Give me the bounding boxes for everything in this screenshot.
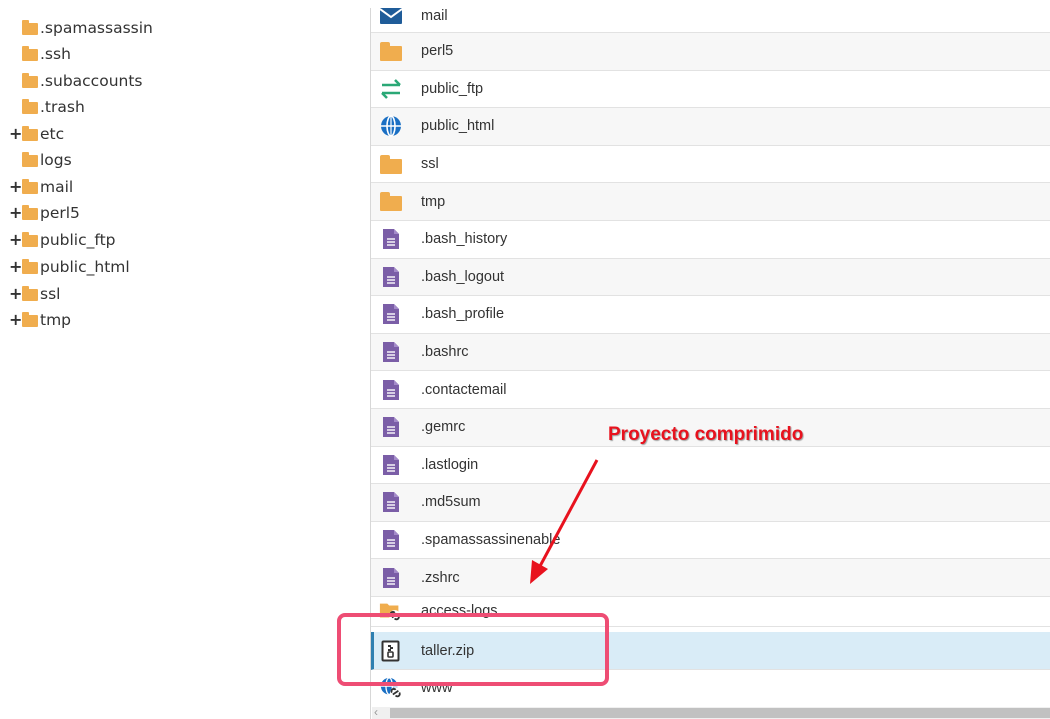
expand-icon[interactable]: + [9, 254, 22, 280]
folder-icon [22, 126, 38, 141]
file-row-bash-logout[interactable]: .bash_logout [371, 258, 1050, 297]
file-name: .gemrc [421, 419, 466, 436]
folder-icon [22, 205, 38, 220]
file-row-public-html[interactable]: public_html [371, 108, 1050, 146]
folder-icon [22, 179, 38, 194]
tree-item-subaccounts[interactable]: .subaccounts [22, 68, 143, 94]
folder-icon [22, 99, 38, 114]
text-file-icon [379, 302, 403, 326]
file-row-md5sum[interactable]: .md5sum [371, 484, 1050, 522]
tree-item-label: .spamassassin [40, 19, 153, 37]
tree-item-perl5[interactable]: + perl5 [9, 200, 80, 226]
expand-icon[interactable]: + [9, 227, 22, 253]
tree-item-ssh[interactable]: .ssh [22, 41, 71, 67]
file-name: .bashrc [421, 344, 469, 361]
globe-icon [379, 114, 403, 138]
horizontal-scrollbar[interactable]: ‹ [372, 705, 1050, 719]
file-name: tmp [421, 193, 446, 210]
tree-item-mail[interactable]: + mail [9, 174, 73, 200]
folder-icon [22, 46, 38, 61]
file-name: .bash_profile [421, 306, 505, 323]
transfer-arrows-icon [379, 77, 403, 101]
file-name: perl5 [421, 43, 454, 60]
tree-item-tmp[interactable]: + tmp [9, 307, 71, 333]
text-file-icon [379, 490, 403, 514]
file-row-bashrc[interactable]: .bashrc [371, 333, 1050, 372]
file-name: .zshrc [421, 569, 460, 586]
expand-icon[interactable]: + [9, 174, 22, 200]
file-name: .spamassassinenable [421, 532, 561, 549]
file-row-bash-history[interactable]: .bash_history [371, 221, 1050, 259]
expand-icon[interactable]: + [9, 121, 22, 147]
tree-item-label: etc [40, 125, 65, 143]
tree-item-label: .subaccounts [40, 72, 143, 90]
folder-icon [22, 259, 38, 274]
file-row-lastlogin[interactable]: .lastlogin [371, 447, 1050, 485]
expand-icon[interactable]: + [9, 307, 22, 333]
file-name: .md5sum [421, 494, 481, 511]
tree-item-label: public_html [40, 258, 130, 276]
file-name: ssl [421, 156, 439, 173]
tree-item-label: mail [40, 178, 74, 196]
tree-item-public-ftp[interactable]: + public_ftp [9, 227, 116, 253]
tree-item-label: logs [40, 151, 72, 169]
expand-icon[interactable]: + [9, 200, 22, 226]
folder-icon [22, 20, 38, 35]
folder-icon [22, 152, 38, 167]
folder-icon [379, 190, 403, 214]
file-row-bash-profile[interactable]: .bash_profile [371, 296, 1050, 334]
tree-item-spamassassin[interactable]: .spamassassin [22, 15, 153, 41]
text-file-icon [379, 227, 403, 251]
highlight-box [337, 613, 609, 686]
folder-icon [22, 312, 38, 327]
annotation-label: Proyecto comprimido [608, 424, 804, 445]
folder-icon [379, 39, 403, 63]
text-file-icon [379, 453, 403, 477]
file-name: public_html [421, 118, 495, 135]
tree-item-label: public_ftp [40, 231, 116, 249]
file-name: mail [421, 8, 448, 24]
tree-clipped-row [20, 0, 170, 8]
file-name: public_ftp [421, 80, 484, 97]
file-row-zshrc[interactable]: .zshrc [371, 559, 1050, 597]
file-row-spamassassinenable[interactable]: .spamassassinenable [371, 522, 1050, 560]
file-row-perl5[interactable]: perl5 [371, 33, 1050, 71]
file-row-mail[interactable]: mail [371, 0, 1050, 33]
text-file-icon [379, 566, 403, 590]
text-file-icon [379, 340, 403, 364]
tree-item-public-html[interactable]: + public_html [9, 254, 130, 280]
scroll-left-icon[interactable]: ‹ [374, 705, 378, 719]
file-name: .bash_logout [421, 268, 505, 285]
text-file-icon [379, 415, 403, 439]
file-row-public-ftp[interactable]: public_ftp [371, 71, 1050, 109]
tree-item-logs[interactable]: logs [22, 147, 72, 173]
tree-item-etc[interactable]: + etc [9, 121, 64, 147]
text-file-icon [379, 265, 403, 289]
file-row-ssl[interactable]: ssl [371, 146, 1050, 184]
text-file-icon [379, 528, 403, 552]
folder-icon [379, 152, 403, 176]
tree-item-label: perl5 [40, 204, 80, 222]
text-file-icon [379, 378, 403, 402]
file-name: .lastlogin [421, 456, 479, 473]
scrollbar-thumb[interactable] [390, 708, 1050, 718]
folder-icon [22, 232, 38, 247]
folder-tree: .spamassassin .ssh .subaccounts .trash +… [0, 0, 360, 719]
envelope-icon [379, 4, 403, 28]
expand-icon[interactable]: + [9, 281, 22, 307]
tree-item-label: tmp [40, 311, 72, 329]
tree-item-trash[interactable]: .trash [22, 94, 85, 120]
tree-item-ssl[interactable]: + ssl [9, 281, 60, 307]
file-name: .contactemail [421, 381, 507, 398]
tree-item-label: .ssh [40, 45, 71, 63]
tree-item-label: .trash [40, 98, 85, 116]
file-row-tmp[interactable]: tmp [371, 183, 1050, 221]
folder-icon [22, 286, 38, 301]
tree-item-label: ssl [40, 285, 61, 303]
folder-icon [22, 73, 38, 88]
file-row-contactemail[interactable]: .contactemail [371, 371, 1050, 409]
file-name: .bash_history [421, 231, 508, 248]
